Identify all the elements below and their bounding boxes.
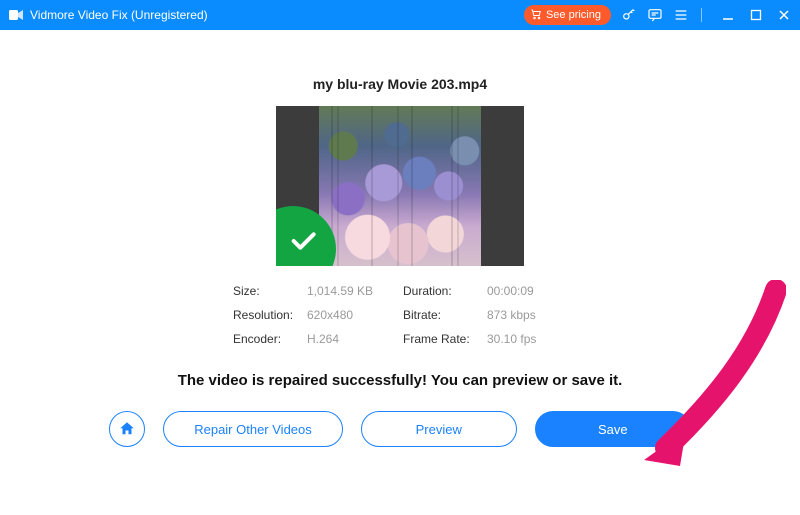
video-thumbnail <box>276 106 524 266</box>
home-button[interactable] <box>109 411 145 447</box>
see-pricing-label: See pricing <box>546 9 601 21</box>
video-metadata: Size: 1,014.59 KB Duration: 00:00:09 Res… <box>233 284 567 346</box>
key-icon[interactable] <box>621 7 637 23</box>
action-bar: Repair Other Videos Preview Save <box>109 411 691 447</box>
app-title: Vidmore Video Fix (Unregistered) <box>30 8 208 22</box>
feedback-icon[interactable] <box>647 7 663 23</box>
menu-icon[interactable] <box>673 7 689 23</box>
cart-icon <box>530 8 542 23</box>
maximize-button[interactable] <box>748 7 764 23</box>
preview-button[interactable]: Preview <box>361 411 517 447</box>
size-label: Size: <box>233 284 307 298</box>
encoder-value: H.264 <box>307 332 403 346</box>
minimize-button[interactable] <box>720 7 736 23</box>
main-content: my blu-ray Movie 203.mp4 Size: 1,014.59 … <box>0 30 800 447</box>
separator <box>701 8 702 22</box>
titlebar: Vidmore Video Fix (Unregistered) See pri… <box>0 0 800 30</box>
duration-label: Duration: <box>403 284 487 298</box>
framerate-label: Frame Rate: <box>403 332 487 346</box>
close-button[interactable] <box>776 7 792 23</box>
thumbnail-image <box>319 106 481 266</box>
status-message: The video is repaired successfully! You … <box>178 372 623 389</box>
home-icon <box>118 420 136 438</box>
repair-other-videos-button[interactable]: Repair Other Videos <box>163 411 343 447</box>
resolution-value: 620x480 <box>307 308 403 322</box>
check-icon <box>287 225 319 257</box>
bitrate-value: 873 kbps <box>487 308 567 322</box>
resolution-label: Resolution: <box>233 308 307 322</box>
see-pricing-button[interactable]: See pricing <box>524 5 611 25</box>
duration-value: 00:00:09 <box>487 284 567 298</box>
size-value: 1,014.59 KB <box>307 284 403 298</box>
encoder-label: Encoder: <box>233 332 307 346</box>
app-logo-icon <box>8 7 24 23</box>
file-name: my blu-ray Movie 203.mp4 <box>313 76 487 92</box>
framerate-value: 30.10 fps <box>487 332 567 346</box>
bitrate-label: Bitrate: <box>403 308 487 322</box>
save-button[interactable]: Save <box>535 411 691 447</box>
